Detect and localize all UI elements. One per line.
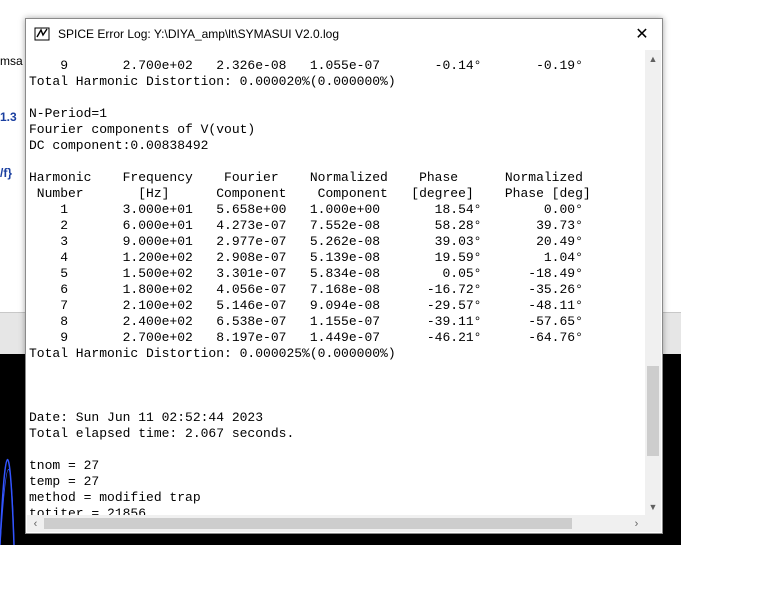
log-line: totiter = 21856 <box>29 506 147 515</box>
close-icon: ✕ <box>635 26 649 43</box>
window-title: SPICE Error Log: Y:\DIYA_amp\lt\SYMASUI … <box>58 27 340 41</box>
log-line: 3 9.000e+01 2.977e-07 5.262e-08 39.03° 2… <box>29 234 583 249</box>
log-line: Number [Hz] Component Component [degree]… <box>29 186 591 201</box>
log-line: 8 2.400e+02 6.538e-07 1.155e-07 -39.11° … <box>29 314 583 329</box>
horizontal-scrollbar[interactable]: ‹ › <box>27 515 645 532</box>
log-line: method = modified trap <box>29 490 201 505</box>
background-text-fragment: /f} <box>0 166 12 180</box>
log-line: Total elapsed time: 2.067 seconds. <box>29 426 295 441</box>
log-line: 7 2.100e+02 5.146e-07 9.094e-08 -29.57° … <box>29 298 583 313</box>
log-line: N-Period=1 <box>29 106 108 121</box>
log-line: 6 1.800e+02 4.056e-07 7.168e-08 -16.72° … <box>29 282 583 297</box>
log-content: 9 2.700e+02 2.326e-08 1.055e-07 -0.14° -… <box>27 50 645 515</box>
log-line: Total Harmonic Distortion: 0.000025%(0.0… <box>29 346 396 361</box>
log-line: Harmonic Frequency Fourier Normalized Ph… <box>29 170 583 185</box>
scroll-down-arrow-icon[interactable]: ▼ <box>645 498 661 515</box>
close-button[interactable]: ✕ <box>622 19 662 49</box>
log-line: 1 3.000e+01 5.658e+00 1.000e+00 18.54° 0… <box>29 202 583 217</box>
log-line: Total Harmonic Distortion: 0.000020%(0.0… <box>29 74 396 89</box>
log-line: Date: Sun Jun 11 02:52:44 2023 <box>29 410 264 425</box>
log-line: Fourier components of V(vout) <box>29 122 256 137</box>
title-bar[interactable]: SPICE Error Log: Y:\DIYA_amp\lt\SYMASUI … <box>26 19 662 49</box>
log-line: DC component:0.00838492 <box>29 138 209 153</box>
ltspice-icon <box>34 27 50 41</box>
vertical-scroll-thumb[interactable] <box>647 366 659 456</box>
log-line: tnom = 27 <box>29 458 100 473</box>
scroll-up-arrow-icon[interactable]: ▲ <box>645 50 661 67</box>
spice-error-log-window: SPICE Error Log: Y:\DIYA_amp\lt\SYMASUI … <box>25 18 663 534</box>
background-text-fragment: msa <box>0 54 23 68</box>
log-line: 4 1.200e+02 2.908e-07 5.139e-08 19.59° 1… <box>29 250 583 265</box>
log-line: 9 2.700e+02 8.197e-07 1.449e-07 -46.21° … <box>29 330 583 345</box>
size-grip <box>645 515 661 532</box>
log-line: 9 2.700e+02 2.326e-08 1.055e-07 -0.14° -… <box>29 58 583 73</box>
log-line: 2 6.000e+01 4.273e-07 7.552e-08 58.28° 3… <box>29 218 583 233</box>
horizontal-scroll-thumb[interactable] <box>44 518 572 529</box>
log-line: 5 1.500e+02 3.301e-07 5.834e-08 0.05° -1… <box>29 266 583 281</box>
log-line: temp = 27 <box>29 474 100 489</box>
scroll-left-arrow-icon[interactable]: ‹ <box>27 515 44 532</box>
scroll-right-arrow-icon[interactable]: › <box>628 515 645 532</box>
vertical-scrollbar[interactable]: ▲ ▼ <box>645 50 661 515</box>
background-text-fragment: 1.3 <box>0 110 17 124</box>
log-text-area[interactable]: 9 2.700e+02 2.326e-08 1.055e-07 -0.14° -… <box>27 50 645 515</box>
